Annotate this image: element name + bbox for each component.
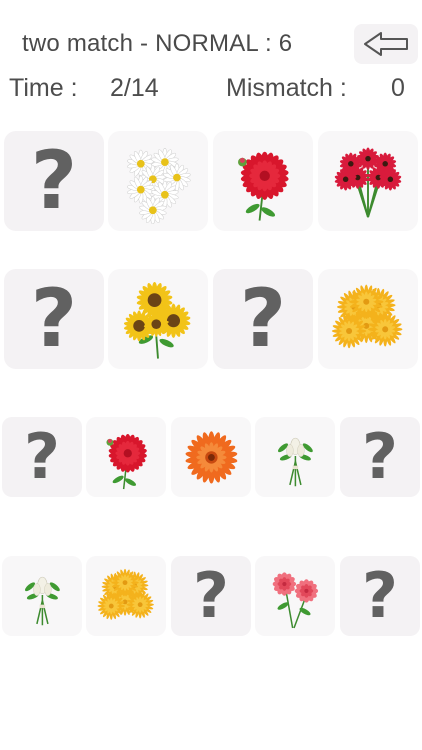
card-revealed[interactable] (108, 131, 208, 231)
card-grid: ??????? (0, 0, 422, 750)
card-hidden[interactable]: ? (213, 269, 313, 369)
card-revealed[interactable] (86, 556, 166, 636)
card-revealed[interactable] (108, 269, 208, 369)
card-revealed[interactable] (2, 556, 82, 636)
card-revealed[interactable] (255, 556, 335, 636)
question-mark-icon: ? (362, 559, 398, 632)
question-mark-icon: ? (24, 420, 60, 493)
question-mark-icon: ? (193, 559, 229, 632)
red-dahlia-icon (238, 151, 289, 221)
question-mark-icon: ? (239, 272, 287, 365)
card-revealed[interactable] (171, 417, 251, 497)
yellow-chrysanthemum-icon (331, 284, 403, 349)
card-hidden[interactable]: ? (340, 556, 420, 636)
card-revealed[interactable] (318, 131, 418, 231)
card-hidden[interactable]: ? (2, 417, 82, 497)
red-dahlia-icon (106, 433, 147, 489)
card-revealed[interactable] (318, 269, 418, 369)
sunflower-bouquet-icon (123, 282, 191, 359)
yellow-chrysanthemum-icon (97, 568, 154, 620)
card-revealed[interactable] (255, 417, 335, 497)
question-mark-icon: ? (30, 272, 78, 365)
pink-peony-icon (272, 571, 318, 628)
card-revealed[interactable] (86, 417, 166, 497)
orange-gerbera-icon (185, 430, 237, 484)
card-hidden[interactable]: ? (4, 131, 104, 231)
red-gerbera-bouquet-icon (334, 147, 402, 218)
white-bud-bouquet-icon (24, 576, 60, 625)
white-daisy-icon (127, 148, 191, 224)
card-hidden[interactable]: ? (340, 417, 420, 497)
card-hidden[interactable]: ? (4, 269, 104, 369)
question-mark-icon: ? (362, 420, 398, 493)
question-mark-icon: ? (30, 134, 78, 227)
white-bud-bouquet-icon (277, 437, 313, 486)
card-hidden[interactable]: ? (171, 556, 251, 636)
card-revealed[interactable] (213, 131, 313, 231)
